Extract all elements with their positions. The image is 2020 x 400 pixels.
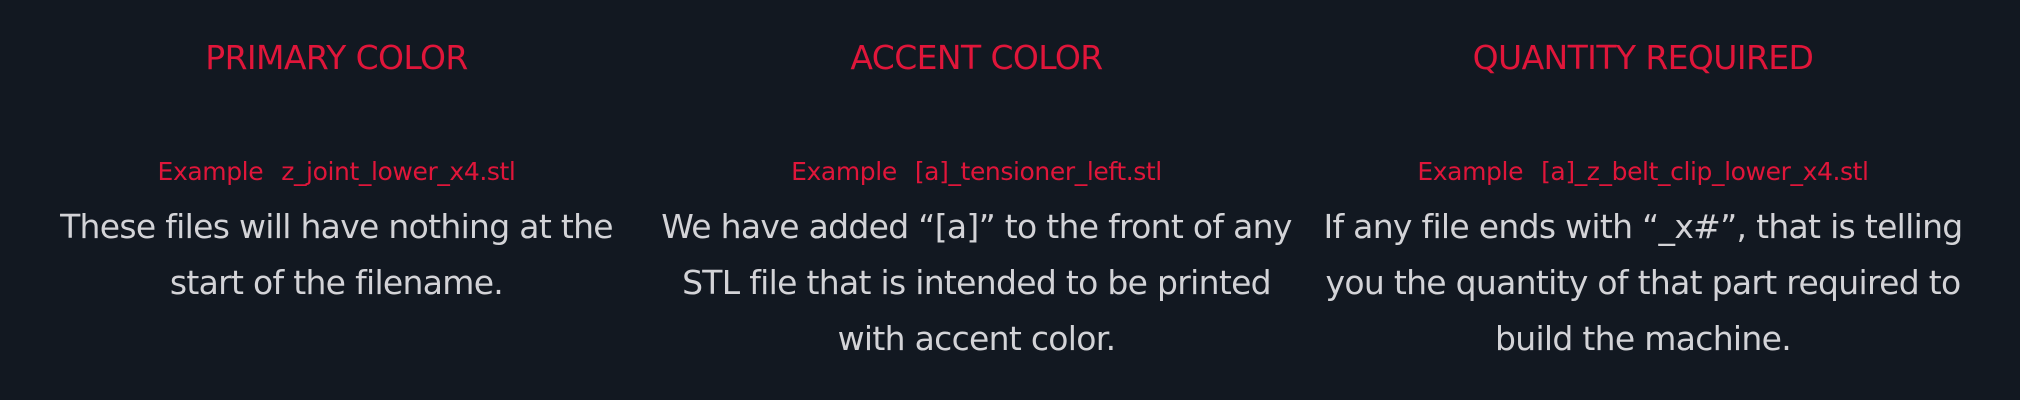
file-naming-guide: PRIMARY COLOR Example z_joint_lower_x4.st… xyxy=(0,0,2020,400)
column-heading: QUANTITY REQUIRED xyxy=(1472,38,1814,77)
example-label: Example xyxy=(1417,157,1524,186)
column-description: We have added “[a]” to the front of any … xyxy=(648,199,1305,367)
column-heading: PRIMARY COLOR xyxy=(205,38,468,77)
example-line: Example z_joint_lower_x4.stl xyxy=(0,156,673,188)
description-line: STL file that is intended to be printed xyxy=(682,263,1272,302)
description-line: you the quantity of that part required t… xyxy=(1325,263,1962,302)
quantity-required-column: QUANTITY REQUIRED Example [a]_z_belt_clip… xyxy=(1315,0,1971,400)
description-line: build the machine. xyxy=(1495,319,1792,358)
example-line: Example [a]_tensioner_left.stl xyxy=(648,156,1305,188)
example-label: Example xyxy=(791,157,897,186)
example-filename: [a]_z_belt_clip_lower_x4.stl xyxy=(1541,157,1869,186)
column-description: If any file ends with “_x#”, that is tel… xyxy=(1315,199,1971,367)
example-label: Example xyxy=(157,157,264,186)
column-heading: ACCENT COLOR xyxy=(850,38,1103,77)
example-line: Example [a]_z_belt_clip_lower_x4.stl xyxy=(1315,156,1971,188)
example-filename: z_joint_lower_x4.stl xyxy=(281,157,516,186)
description-line: If any file ends with “_x#”, that is tel… xyxy=(1323,207,1963,246)
accent-color-column: ACCENT COLOR Example [a]_tensioner_left.s… xyxy=(648,0,1305,400)
description-line: start of the filename. xyxy=(169,263,504,302)
description-line: We have added “[a]” to the front of any xyxy=(661,207,1292,246)
column-description: These files will have nothing at the sta… xyxy=(0,199,673,311)
description-line: These files will have nothing at the xyxy=(60,207,614,246)
primary-color-column: PRIMARY COLOR Example z_joint_lower_x4.st… xyxy=(0,0,673,400)
description-line: with accent color. xyxy=(837,319,1116,358)
example-filename: [a]_tensioner_left.stl xyxy=(914,157,1162,186)
